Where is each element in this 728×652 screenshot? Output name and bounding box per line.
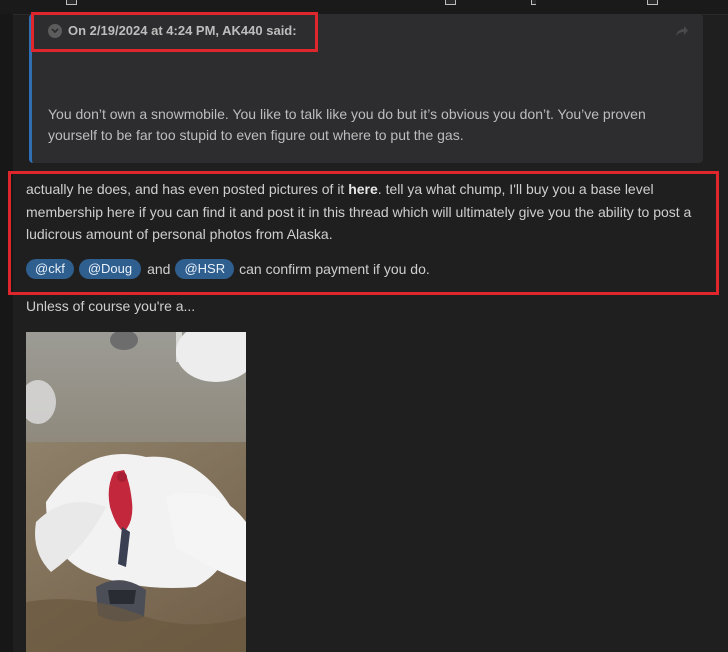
highlight-box [8,171,719,295]
window-icon[interactable] [647,0,658,5]
forum-page: On 2/19/2024 at 4:24 PM, AK440 said: You… [0,0,728,652]
highlight-box [31,12,318,52]
turkey-photo[interactable] [26,332,246,652]
closing-text: Unless of course you're a... [26,298,196,314]
window-icon[interactable] [445,0,456,5]
quote-body: You don’t own a snowmobile. You like to … [48,106,646,143]
window-icon[interactable] [66,0,77,5]
left-gutter [0,14,13,652]
share-icon[interactable] [675,25,689,37]
window-icon[interactable] [531,0,536,5]
